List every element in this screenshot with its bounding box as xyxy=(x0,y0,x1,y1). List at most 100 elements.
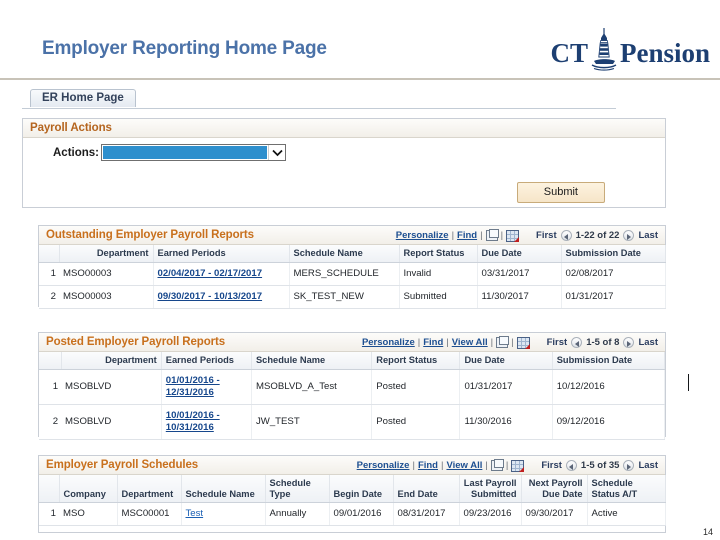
find-link[interactable]: Find xyxy=(457,230,477,241)
posted-reports-header: Posted Employer Payroll Reports Personal… xyxy=(39,333,665,352)
expand-icon[interactable] xyxy=(490,459,504,471)
text-cursor xyxy=(688,374,689,391)
table-row[interactable]: 1 MSO MSC00001 Test Annually 09/01/2016 … xyxy=(39,502,666,527)
view-all-link[interactable]: View All xyxy=(446,460,482,471)
col-row-number xyxy=(39,352,62,370)
download-to-excel-icon[interactable] xyxy=(506,229,520,242)
find-link[interactable]: Find xyxy=(418,460,438,471)
cell-begin-date: 09/01/2016 xyxy=(329,502,394,527)
toolbar-separator: | xyxy=(417,337,421,348)
cell-row-number: 2 xyxy=(39,404,62,440)
prev-arrow-icon[interactable] xyxy=(565,460,577,471)
toolbar-separator: | xyxy=(441,460,444,471)
payroll-schedules-grid: Employer Payroll Schedules Personalize |… xyxy=(38,455,666,533)
page-title: Employer Reporting Home Page xyxy=(42,38,327,59)
cell-schedule-name: MERS_SCHEDULE xyxy=(289,262,400,286)
download-to-excel-icon[interactable] xyxy=(516,336,530,349)
col-earned-periods: Earned Periods xyxy=(153,245,290,263)
actions-select[interactable] xyxy=(101,144,286,161)
earned-periods-link[interactable]: 10/01/2016 - 10/31/2016 xyxy=(166,410,220,433)
cell-submission-date: 10/12/2016 xyxy=(552,369,666,405)
personalize-link[interactable]: Personalize xyxy=(396,230,449,241)
table-row[interactable]: 1 MSOBLVD 01/01/2016 - 12/31/2016 MSOBLV… xyxy=(39,369,666,405)
col-company: Company xyxy=(59,475,118,504)
first-link[interactable]: First xyxy=(541,460,562,471)
cell-report-status: Submitted xyxy=(399,285,478,309)
last-link[interactable]: Last xyxy=(638,337,658,348)
outstanding-reports-grid: Outstanding Employer Payroll Reports Per… xyxy=(38,225,666,309)
first-link[interactable]: First xyxy=(536,230,557,241)
earned-periods-link[interactable]: 01/01/2016 - 12/31/2016 xyxy=(166,375,220,398)
last-link[interactable]: Last xyxy=(638,460,658,471)
cell-due-date: 03/31/2017 xyxy=(477,262,562,286)
cell-last-payroll-submitted: 09/23/2016 xyxy=(459,502,522,527)
cell-submission-date: 09/12/2016 xyxy=(552,404,666,440)
toolbar-separator: | xyxy=(480,230,483,241)
cell-schedule-status: Active xyxy=(587,502,666,527)
toolbar-separator: | xyxy=(500,230,504,241)
posted-reports-toolbar: Personalize | Find | View All | | First … xyxy=(362,333,658,352)
table-header-row: Department Earned Periods Schedule Name … xyxy=(39,245,666,263)
table-row[interactable]: 1 MSO00003 02/04/2017 - 02/17/2017 MERS_… xyxy=(39,262,666,286)
last-link[interactable]: Last xyxy=(638,230,658,241)
col-row-number xyxy=(39,245,60,263)
col-schedule-name: Schedule Name xyxy=(251,352,373,370)
tab-er-home-page[interactable]: ER Home Page xyxy=(30,89,136,107)
chevron-down-icon[interactable] xyxy=(268,145,285,160)
next-arrow-icon[interactable] xyxy=(623,337,635,348)
cell-department: MSO00003 xyxy=(59,285,154,309)
brand-ct-text: CT xyxy=(550,38,588,68)
view-all-link[interactable]: View All xyxy=(452,337,488,348)
col-due-date: Due Date xyxy=(477,245,562,263)
posted-reports-grid: Posted Employer Payroll Reports Personal… xyxy=(38,332,666,440)
toolbar-separator: | xyxy=(446,337,449,348)
cell-end-date: 08/31/2017 xyxy=(393,502,460,527)
table-row[interactable]: 2 MSO00003 09/30/2017 - 10/13/2017 SK_TE… xyxy=(39,285,666,309)
prev-arrow-icon[interactable] xyxy=(571,337,583,348)
cell-earned-periods[interactable]: 09/30/2017 - 10/13/2017 xyxy=(153,285,290,309)
col-schedule-name: Schedule Name xyxy=(289,245,400,263)
cell-schedule-name[interactable]: Test xyxy=(181,502,266,527)
cell-earned-periods[interactable]: 01/01/2016 - 12/31/2016 xyxy=(161,369,252,405)
find-link[interactable]: Find xyxy=(423,337,443,348)
schedule-name-link[interactable]: Test xyxy=(186,508,204,519)
first-link[interactable]: First xyxy=(547,337,568,348)
download-to-excel-icon[interactable] xyxy=(511,459,525,472)
toolbar-separator: | xyxy=(485,460,488,471)
col-due-date: Due Date xyxy=(459,352,553,370)
cell-row-number: 1 xyxy=(39,502,59,527)
lighthouse-icon xyxy=(591,27,617,71)
cell-schedule-name: MSOBLVD_A_Test xyxy=(251,369,373,405)
slide-header: Employer Reporting Home Page CT Pension xyxy=(0,0,720,78)
ct-pension-logo: CT Pension xyxy=(550,27,710,71)
brand-pension-text: Pension xyxy=(619,38,710,68)
posted-reports-title: Posted Employer Payroll Reports xyxy=(46,336,226,348)
col-department: Department xyxy=(117,475,182,504)
cell-earned-periods[interactable]: 02/04/2017 - 02/17/2017 xyxy=(153,262,290,286)
submit-button[interactable]: Submit xyxy=(516,182,605,203)
cell-due-date: 11/30/2017 xyxy=(477,285,562,309)
payroll-actions-header: Payroll Actions xyxy=(23,119,665,138)
col-report-status: Report Status xyxy=(371,352,461,370)
expand-icon[interactable] xyxy=(485,229,499,241)
table-row[interactable]: 2 MSOBLVD 10/01/2016 - 10/31/2016 JW_TES… xyxy=(39,404,666,440)
toolbar-separator: | xyxy=(451,230,455,241)
cell-earned-periods[interactable]: 10/01/2016 - 10/31/2016 xyxy=(161,404,252,440)
table-header-row: Company Department Schedule Name Schedul… xyxy=(39,475,666,504)
earned-periods-link[interactable]: 02/04/2017 - 02/17/2017 xyxy=(158,268,263,279)
personalize-link[interactable]: Personalize xyxy=(357,460,410,471)
posted-reports-pager: First 1-5 of 8 Last xyxy=(547,337,658,348)
outstanding-reports-pager: First 1-22 of 22 Last xyxy=(536,230,658,241)
actions-select-value[interactable] xyxy=(103,146,267,159)
payroll-actions-panel: Payroll Actions Actions: Submit xyxy=(22,118,666,208)
cell-department: MSOBLVD xyxy=(61,369,162,405)
cell-schedule-type: Annually xyxy=(265,502,330,527)
toolbar-separator: | xyxy=(490,337,494,348)
earned-periods-link[interactable]: 09/30/2017 - 10/13/2017 xyxy=(158,291,263,302)
prev-arrow-icon[interactable] xyxy=(560,230,572,241)
next-arrow-icon[interactable] xyxy=(623,230,635,241)
expand-icon[interactable] xyxy=(496,336,510,348)
pager-range: 1-5 of 8 xyxy=(586,337,620,348)
personalize-link[interactable]: Personalize xyxy=(362,337,415,348)
next-arrow-icon[interactable] xyxy=(623,460,635,471)
